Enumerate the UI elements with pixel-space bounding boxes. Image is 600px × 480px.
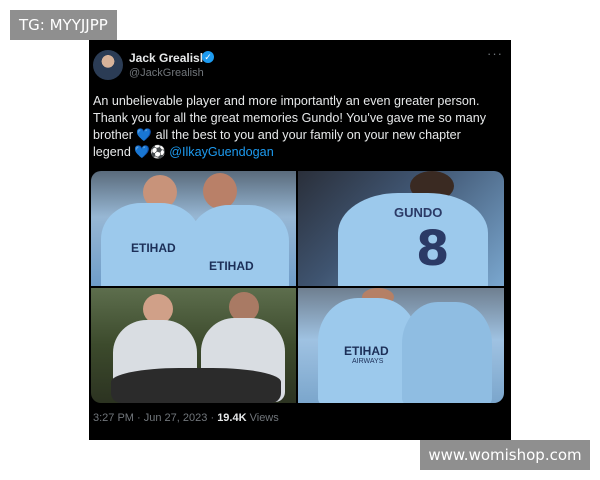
photo-4[interactable]: ETIHAD AIRWAYS xyxy=(298,288,504,403)
photo-grid: ETIHAD ETIHAD GUNDO 8 ETIHAD AIRWAYS xyxy=(91,171,504,403)
tweet-line-3: brother 💙 all the best to you and your f… xyxy=(93,128,461,142)
tweet-line-4: legend 💙⚽ xyxy=(93,145,170,159)
views-label: Views xyxy=(249,412,279,424)
shirt-sponsor-text: ETIHAD xyxy=(344,344,389,358)
photo-2[interactable]: GUNDO 8 xyxy=(298,171,504,286)
tweet-line-1: An unbelievable player and more importan… xyxy=(93,94,480,108)
photo-3[interactable] xyxy=(91,288,296,403)
separator: · xyxy=(210,412,215,424)
watermark-top-left: TG: MYYJJPP xyxy=(10,10,117,40)
shirt-back-name: GUNDO xyxy=(394,205,443,220)
player-head xyxy=(203,173,237,209)
watermark-bottom-right: www.womishop.com xyxy=(420,440,590,470)
photo-1[interactable]: ETIHAD ETIHAD xyxy=(91,171,296,286)
tweet-footer: 3:27 PM · Jun 27, 2023 · 19.4K Views xyxy=(93,412,279,424)
shirt-number: 8 xyxy=(416,221,450,277)
separator: · xyxy=(137,412,141,424)
player-trousers xyxy=(111,368,281,403)
views-count: 19.4K xyxy=(217,412,247,424)
player-shirt xyxy=(402,302,492,403)
tweet-card[interactable]: Jack Grealish ✓ @JackGrealish ··· An unb… xyxy=(89,40,511,440)
player-shirt xyxy=(189,205,289,286)
tweet-line-2: Thank you for all the great memories Gun… xyxy=(93,111,487,125)
shirt-sponsor-text: ETIHAD xyxy=(209,259,254,273)
more-options-icon[interactable]: ··· xyxy=(487,46,503,61)
tweet-date[interactable]: Jun 27, 2023 xyxy=(144,412,208,424)
tweet-text: An unbelievable player and more importan… xyxy=(93,93,507,161)
shirt-sponsor-sub: AIRWAYS xyxy=(352,358,384,365)
tweet-time[interactable]: 3:27 PM xyxy=(93,412,134,424)
verified-badge-icon: ✓ xyxy=(202,51,214,63)
author-handle[interactable]: @JackGrealish xyxy=(129,67,204,79)
shirt-sponsor-text: ETIHAD xyxy=(131,241,176,255)
author-name[interactable]: Jack Grealish xyxy=(129,51,207,65)
mention-link[interactable]: @IlkayGuendogan xyxy=(169,145,274,159)
avatar[interactable] xyxy=(93,50,123,80)
